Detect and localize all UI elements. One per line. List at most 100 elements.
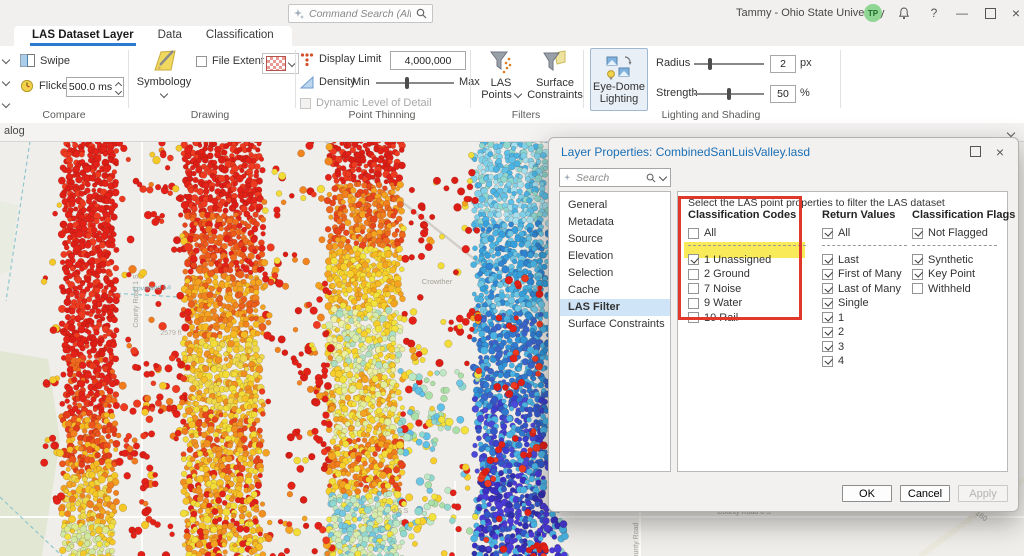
- nav-item-source[interactable]: Source: [560, 231, 670, 248]
- checkbox: [300, 98, 311, 109]
- dialog-nav-panel: General Metadata Source Elevation Select…: [559, 191, 671, 472]
- strength-value-input[interactable]: 50: [770, 85, 796, 103]
- apply-button[interactable]: Apply: [958, 485, 1008, 502]
- eye-dome-lighting-icon: [606, 55, 632, 81]
- radius-slider[interactable]: [694, 58, 764, 70]
- radius-value-input[interactable]: 2: [770, 55, 796, 73]
- account-name[interactable]: Tammy - Ohio State University: [736, 7, 885, 19]
- ok-button[interactable]: OK: [842, 485, 892, 502]
- dialog-search-box[interactable]: Search: [559, 168, 671, 187]
- collapsed-group-chevron[interactable]: [3, 76, 9, 88]
- checkbox-row-synthetic[interactable]: Synthetic: [912, 253, 1004, 268]
- checkbox-row-return-2[interactable]: 2: [822, 325, 914, 340]
- dialog-maximize-button[interactable]: [964, 143, 986, 160]
- checkbox-row-return-1[interactable]: 1: [822, 311, 914, 326]
- checkbox-row-2-ground[interactable]: 2 Ground: [688, 267, 816, 282]
- flicker-button[interactable]: Flicker: [20, 79, 71, 93]
- checkbox-row-last[interactable]: Last: [822, 253, 914, 268]
- checkbox-row-key-point[interactable]: Key Point: [912, 267, 1004, 282]
- chevron-down-icon: [514, 90, 522, 98]
- group-label-compare: Compare: [14, 109, 114, 121]
- radius-unit: px: [800, 57, 812, 69]
- column-header: Classification Flags: [912, 209, 1004, 223]
- nav-item-cache[interactable]: Cache: [560, 282, 670, 299]
- arcgis-pro-window: Command Search (Alt+Q) Tammy - Ohio Stat…: [0, 0, 1024, 556]
- checkbox-row-single[interactable]: Single: [822, 296, 914, 311]
- density-slider[interactable]: [376, 77, 454, 89]
- separator: [688, 245, 806, 247]
- nav-item-las-filter[interactable]: LAS Filter: [560, 299, 670, 316]
- separator: [822, 245, 907, 247]
- checkbox-row-not-flagged[interactable]: Not Flagged: [912, 226, 1004, 241]
- minimize-button[interactable]: —: [952, 5, 972, 21]
- command-search-placeholder: Command Search (Alt+Q): [309, 8, 411, 20]
- chevron-down-icon: [659, 172, 667, 180]
- pane-label: alog: [4, 125, 25, 137]
- dynamic-lod-checkbox[interactable]: Dynamic Level of Detail: [300, 97, 432, 109]
- ribbon-tab-strip: LAS Dataset Layer Data Classification: [14, 26, 292, 46]
- checkbox-row-first-of-many[interactable]: First of Many: [822, 267, 914, 282]
- swipe-icon: [20, 54, 35, 67]
- checkbox-row-return-4[interactable]: 4: [822, 354, 914, 369]
- checkbox-row-9-water[interactable]: 9 Water: [688, 296, 816, 311]
- command-search-box[interactable]: Command Search (Alt+Q): [288, 4, 433, 23]
- surface-constraints-button[interactable]: Surface Constraints: [528, 49, 582, 109]
- checkbox-row-10-rail[interactable]: 10 Rail: [688, 311, 816, 326]
- cancel-button[interactable]: Cancel: [900, 485, 950, 502]
- nav-item-surface-constraints[interactable]: Surface Constraints: [560, 316, 670, 333]
- checkbox-row-1-unassigned[interactable]: 1 Unassigned: [688, 253, 816, 268]
- tab-las-dataset-layer[interactable]: LAS Dataset Layer: [20, 26, 146, 46]
- las-points-button[interactable]: LAS Points: [478, 49, 524, 109]
- display-limit-input[interactable]: 4,000,000: [390, 51, 466, 70]
- collapsed-group-chevron[interactable]: [3, 54, 9, 66]
- strength-label: Strength: [656, 87, 698, 99]
- checkbox-row-all[interactable]: All: [822, 226, 914, 241]
- column-header: Return Values: [822, 209, 914, 223]
- flicker-clock-icon: [20, 79, 34, 93]
- eye-dome-lighting-toggle[interactable]: Eye-Dome Lighting: [590, 48, 648, 111]
- surface-constraints-icon: [543, 49, 567, 75]
- nav-item-selection[interactable]: Selection: [560, 265, 670, 282]
- close-button[interactable]: ×: [1006, 5, 1024, 21]
- density-control: Density: [300, 75, 356, 89]
- separator: [912, 245, 997, 247]
- column-header: Classification Codes: [688, 209, 816, 223]
- nav-item-metadata[interactable]: Metadata: [560, 214, 670, 231]
- maximize-button[interactable]: [980, 5, 1000, 21]
- checkbox-row-return-3[interactable]: 3: [822, 340, 914, 355]
- dialog-close-button[interactable]: ×: [989, 143, 1011, 160]
- layer-properties-dialog: Layer Properties: CombinedSanLuisValley.…: [548, 137, 1019, 512]
- nav-item-general[interactable]: General: [560, 197, 670, 214]
- extent-color-picker[interactable]: [262, 53, 299, 74]
- swipe-button[interactable]: Swipe: [20, 54, 70, 67]
- slider-handle[interactable]: [405, 77, 409, 89]
- ribbon: Swipe Flicker 500.0 ms Compare Symbology: [0, 46, 1024, 124]
- dialog-title: Layer Properties: CombinedSanLuisValley.…: [561, 145, 810, 159]
- nav-item-elevation[interactable]: Elevation: [560, 248, 670, 265]
- spinner-arrows[interactable]: [116, 81, 121, 94]
- group-label-drawing: Drawing: [150, 109, 270, 121]
- file-extent-checkbox[interactable]: File Extent: [196, 55, 264, 67]
- checkbox-row-7-noise[interactable]: 7 Noise: [688, 282, 816, 297]
- slider-handle[interactable]: [708, 58, 712, 70]
- display-limit-icon: [300, 52, 314, 66]
- checkbox-row[interactable]: All: [688, 226, 816, 241]
- symbology-button[interactable]: Symbology: [138, 48, 190, 110]
- strength-unit: %: [800, 87, 810, 99]
- checkbox-row-withheld[interactable]: Withheld: [912, 282, 1004, 297]
- group-label-lighting: Lighting and Shading: [611, 109, 811, 121]
- dialog-search-placeholder: Search: [576, 172, 642, 184]
- avatar[interactable]: TP: [864, 4, 882, 22]
- group-separator: [583, 50, 584, 108]
- tab-classification[interactable]: Classification: [194, 26, 286, 46]
- checkbox-row-last-of-many[interactable]: Last of Many: [822, 282, 914, 297]
- notifications-bell-icon[interactable]: [894, 5, 914, 21]
- slider-handle[interactable]: [727, 88, 731, 100]
- flicker-duration-input[interactable]: 500.0 ms: [66, 77, 124, 97]
- collapsed-group-chevron[interactable]: [3, 98, 9, 110]
- help-button[interactable]: ?: [924, 5, 944, 21]
- density-min-label: Min: [352, 76, 370, 88]
- tab-data[interactable]: Data: [146, 26, 194, 46]
- search-icon: [416, 8, 427, 19]
- strength-slider[interactable]: [694, 88, 764, 100]
